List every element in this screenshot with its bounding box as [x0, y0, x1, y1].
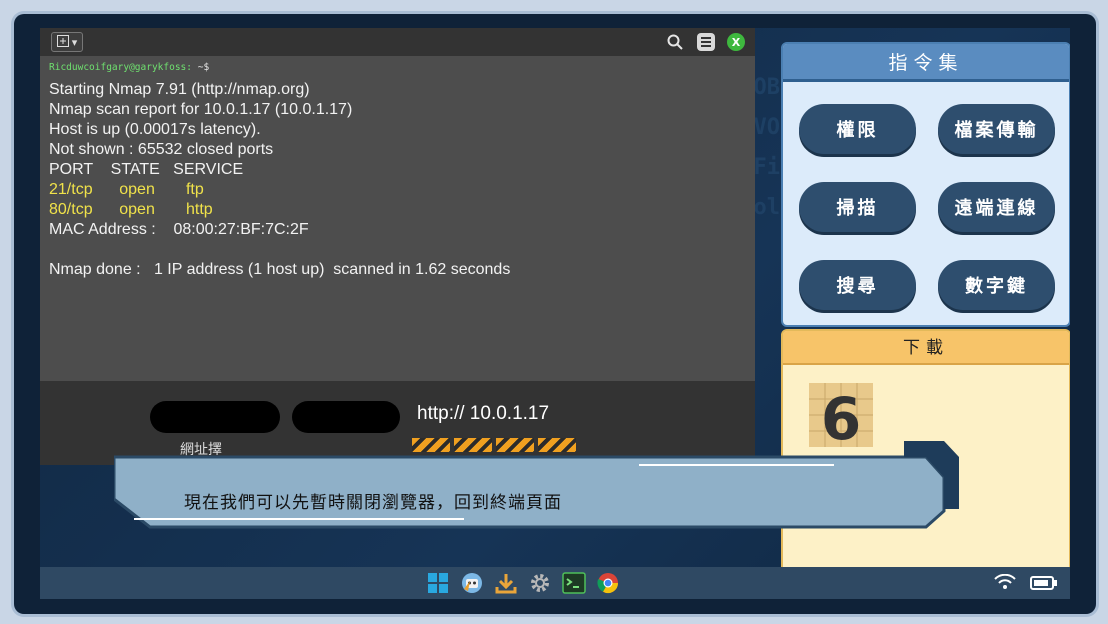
browser-button[interactable]	[292, 401, 400, 433]
terminal-output: Ricduwcoifgary@garykfoss: ~$ Starting Nm…	[40, 56, 755, 280]
download-item[interactable]: 6	[809, 383, 873, 453]
taskbar	[40, 567, 1070, 599]
output-line: 80/tcp open http	[49, 201, 213, 218]
robot-icon[interactable]	[458, 570, 486, 596]
new-tab-button[interactable]: ▾	[51, 32, 83, 52]
terminal-titlebar: ▾ X	[40, 28, 755, 56]
output-line: 21/tcp open ftp	[49, 181, 204, 198]
download-digit: 6	[821, 385, 861, 447]
output-line: Starting Nmap 7.91 (http://nmap.org)	[49, 81, 310, 98]
subtitle-banner	[114, 441, 959, 529]
download-icon[interactable]	[492, 570, 520, 596]
search-icon[interactable]	[665, 32, 685, 52]
url-text[interactable]: http:// 10.0.1.17	[417, 403, 549, 425]
chrome-icon[interactable]	[594, 570, 622, 596]
windows-icon[interactable]	[424, 570, 452, 596]
new-tab-icon	[56, 34, 69, 50]
wifi-icon[interactable]	[994, 573, 1016, 594]
battery-icon[interactable]	[1030, 575, 1058, 594]
terminal-prompt: Ricduwcoifgary@garykfoss: ~$	[49, 62, 746, 74]
browser-button[interactable]	[150, 401, 280, 433]
permission-button[interactable]: 權限	[799, 104, 916, 154]
prompt-path: ~$	[197, 62, 210, 73]
command-panel: 指令集 權限 檔案傳輸 掃描 遠端連線 搜尋 數字鍵	[781, 42, 1070, 327]
subtitle-text: 現在我們可以先暫時關閉瀏覽器，回到終端頁面	[184, 493, 562, 513]
output-line: Host is up (0.00017s latency).	[49, 121, 261, 138]
close-icon[interactable]: X	[727, 33, 745, 51]
scan-button[interactable]: 掃描	[799, 182, 916, 232]
chevron-down-icon: ▾	[71, 35, 78, 49]
menu-icon[interactable]	[697, 33, 715, 51]
remote-connect-button[interactable]: 遠端連線	[938, 182, 1055, 232]
output-line: PORT STATE SERVICE	[49, 161, 244, 178]
download-panel-title: 下載	[783, 331, 1069, 365]
numpad-button[interactable]: 數字鍵	[938, 260, 1055, 310]
settings-icon[interactable]	[526, 570, 554, 596]
terminal-icon[interactable]	[560, 570, 588, 596]
prompt-user: Ricduwcoifgary@garykfoss:	[49, 62, 192, 73]
output-line: Not shown : 65532 closed ports	[49, 141, 274, 158]
app-frame: OB VO Fi ol ▾ X Ricduwcoifgary@garykfoss…	[14, 14, 1096, 614]
output-line: Nmap scan report for 10.0.1.17 (10.0.1.1…	[49, 101, 353, 118]
file-transfer-button[interactable]: 檔案傳輸	[938, 104, 1055, 154]
command-panel-title: 指令集	[783, 44, 1069, 82]
background-decoration: OB VO Fi ol	[753, 75, 781, 220]
output-line: MAC Address : 08:00:27:BF:7C:2F	[49, 221, 309, 238]
search-button[interactable]: 搜尋	[799, 260, 916, 310]
output-line: Nmap done : 1 IP address (1 host up) sca…	[49, 261, 511, 278]
